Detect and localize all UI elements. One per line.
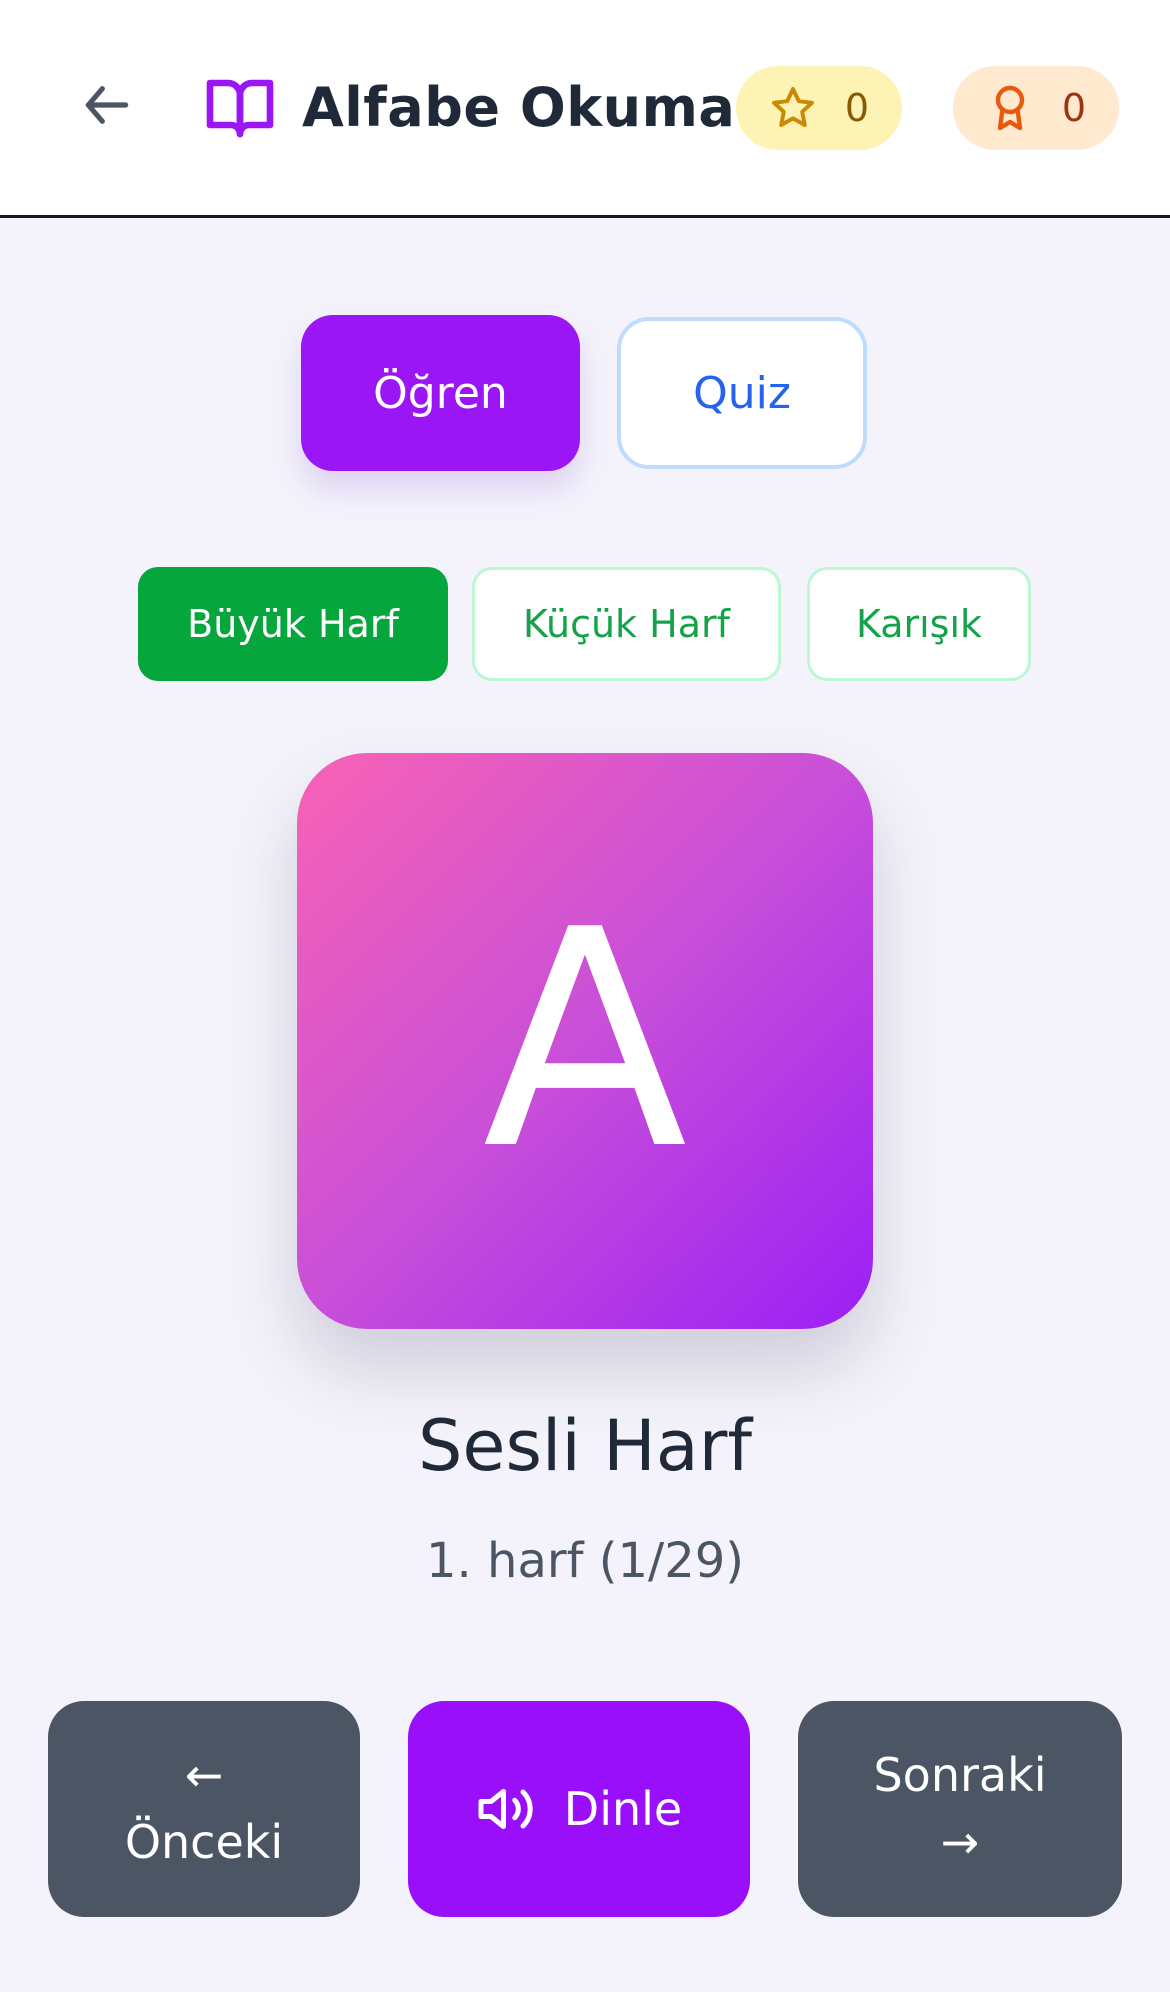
award-icon — [995, 85, 1025, 131]
lowercase-button[interactable]: Küçük Harf — [472, 567, 781, 681]
next-button[interactable]: Sonraki → — [798, 1701, 1122, 1917]
learn-mode-button[interactable]: Öğren — [301, 315, 580, 471]
letter-case-filter: Büyük Harf Küçük Harf Karışık — [0, 567, 1170, 681]
letter-position-label: 1. harf (1/29) — [425, 1533, 745, 1589]
stars-count: 0 — [844, 86, 870, 130]
previous-button[interactable]: ← Önceki — [48, 1701, 360, 1917]
awards-count: 0 — [1061, 86, 1087, 130]
mixed-case-button[interactable]: Karışık — [807, 567, 1031, 681]
star-icon — [771, 87, 814, 127]
uppercase-button[interactable]: Büyük Harf — [138, 567, 448, 681]
previous-label: Önceki — [124, 1815, 284, 1869]
quiz-mode-button[interactable]: Quiz — [617, 317, 867, 469]
back-button[interactable] — [72, 70, 142, 140]
stars-badge: 0 — [736, 66, 902, 150]
book-open-icon — [206, 79, 274, 138]
mode-switch: Öğren Quiz — [0, 315, 1170, 471]
previous-arrow: ← — [184, 1748, 224, 1803]
next-arrow: → — [940, 1815, 980, 1869]
page-title-group: Alfabe Okuma — [204, 70, 735, 144]
listen-button[interactable]: Dinle — [408, 1701, 750, 1917]
app-header: Alfabe Okuma 0 0 — [0, 0, 1170, 218]
awards-badge: 0 — [953, 66, 1119, 150]
next-label: Sonraki — [873, 1748, 1047, 1803]
current-letter: A — [482, 866, 688, 1215]
letter-type-label: Sesli Harf — [417, 1405, 753, 1487]
arrow-left-icon — [85, 86, 129, 124]
letter-card[interactable]: A — [297, 753, 873, 1329]
volume-icon — [478, 1789, 533, 1829]
page-title: Alfabe Okuma — [302, 75, 736, 139]
listen-label: Dinle — [563, 1781, 683, 1836]
